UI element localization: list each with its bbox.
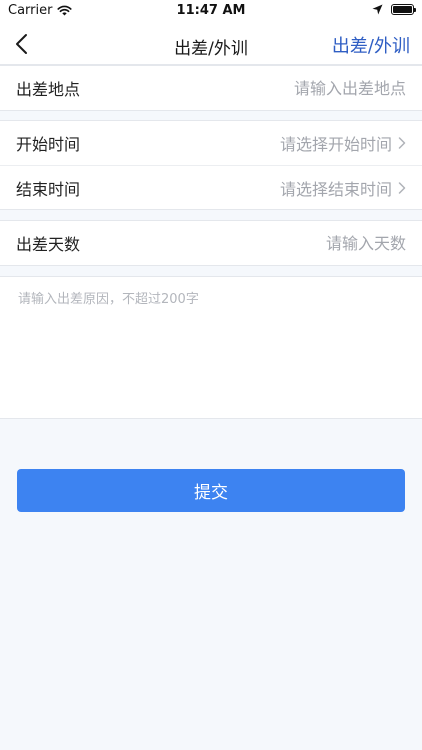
start-time-picker[interactable]: 请选择开始时间	[280, 131, 406, 155]
navigation-bar: 出差/外训 出差/外训	[0, 24, 422, 65]
chevron-right-icon	[398, 181, 406, 194]
reason-textarea[interactable]	[0, 277, 422, 418]
days-label: 出差天数	[16, 235, 81, 254]
clock: 11:47 AM	[176, 3, 246, 18]
submit-button[interactable]: 提交	[17, 469, 405, 512]
location-row: 出差地点	[0, 66, 422, 110]
time-card: 开始时间 请选择开始时间 结束时间 请选择结束时间	[0, 120, 422, 210]
battery-level	[393, 6, 412, 13]
days-input[interactable]	[80, 233, 406, 253]
battery-full-icon	[391, 4, 416, 15]
days-card: 出差天数	[0, 220, 422, 266]
days-row: 出差天数	[0, 221, 422, 265]
end-time-placeholder: 请选择结束时间	[279, 179, 392, 199]
location-arrow-icon	[372, 4, 383, 15]
start-time-placeholder: 请选择开始时间	[279, 135, 392, 154]
reason-card	[0, 276, 422, 419]
end-time-row[interactable]: 结束时间 请选择结束时间	[0, 165, 422, 209]
status-bar: Carrier 11:47 AM	[0, 0, 422, 24]
status-right-group	[372, 4, 416, 15]
start-time-row[interactable]: 开始时间 请选择开始时间	[0, 121, 422, 165]
location-label: 出差地点	[16, 80, 81, 99]
location-card: 出差地点	[0, 65, 422, 111]
start-time-label: 开始时间	[16, 135, 81, 154]
end-time-label: 结束时间	[16, 179, 81, 199]
nav-right-action-button[interactable]: 出差/外训	[332, 32, 410, 58]
chevron-right-icon	[398, 137, 406, 149]
end-time-picker[interactable]: 请选择结束时间	[280, 176, 406, 200]
location-input[interactable]	[80, 78, 406, 98]
